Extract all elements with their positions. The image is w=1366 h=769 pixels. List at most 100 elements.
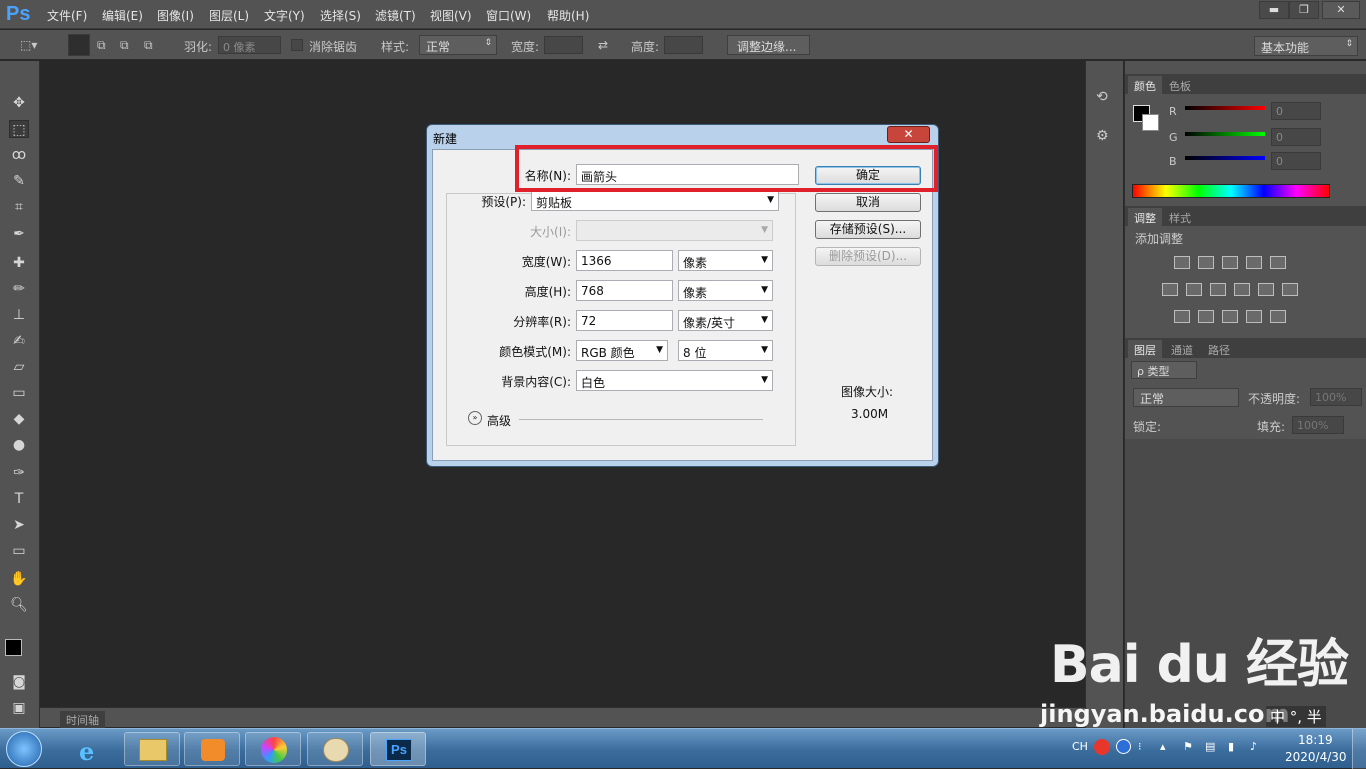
sogou-icon[interactable] [1094, 739, 1110, 755]
antialias-checkbox[interactable] [291, 39, 303, 51]
foreground-color-swatch[interactable] [5, 639, 22, 656]
expand-advanced-icon[interactable]: » [468, 411, 482, 425]
healing-brush-icon[interactable]: ✚ [9, 254, 29, 272]
preset-select[interactable]: 剪贴板 ▼ [531, 190, 779, 211]
color-bg-swatch[interactable] [1142, 114, 1159, 131]
red-slider[interactable] [1185, 106, 1265, 110]
app-pinwheel-icon[interactable] [245, 732, 301, 766]
gradient-map-icon[interactable] [1270, 310, 1286, 323]
menu-file[interactable]: 文件(F) [47, 7, 87, 24]
lasso-tool-icon[interactable]: ꝏ [9, 146, 29, 164]
exposure-icon[interactable] [1246, 256, 1262, 269]
photo-filter-icon[interactable] [1234, 283, 1250, 296]
tab-paths[interactable]: 路径 [1202, 340, 1236, 358]
volume-icon[interactable]: ♪ [1250, 740, 1257, 753]
tab-layers[interactable]: 图层 [1128, 340, 1162, 358]
shape-tool-icon[interactable]: ▭ [9, 542, 29, 560]
action-center-icon[interactable]: ⚑ [1183, 740, 1193, 753]
quick-select-tool-icon[interactable]: ✎ [9, 172, 29, 190]
menu-layer[interactable]: 图层(L) [209, 7, 249, 24]
tray-language[interactable]: CH [1072, 740, 1088, 753]
height-input[interactable]: 768 [576, 280, 673, 301]
menu-window[interactable]: 窗口(W) [486, 7, 531, 24]
layer-kind-filter[interactable]: ρ 类型 [1131, 361, 1197, 379]
path-select-icon[interactable]: ➤ [9, 516, 29, 534]
marquee-tool-icon[interactable]: ⬚▾ [20, 38, 37, 52]
pen-tool-icon[interactable]: ✑ [9, 464, 29, 482]
refine-edge-button[interactable]: 调整边缘... [727, 35, 810, 55]
show-desktop-button[interactable] [1352, 729, 1366, 769]
dialog-close-button[interactable]: ✕ [887, 126, 930, 143]
eraser-tool-icon[interactable]: ▱ [9, 358, 29, 376]
tab-adjustments[interactable]: 调整 [1128, 208, 1162, 226]
start-button[interactable] [6, 731, 42, 767]
curves-icon[interactable] [1222, 256, 1238, 269]
swap-icon[interactable]: ⇄ [598, 38, 608, 52]
color-spectrum[interactable] [1132, 184, 1330, 198]
selective-color-icon[interactable] [1246, 310, 1262, 323]
tab-channels[interactable]: 通道 [1165, 340, 1199, 358]
green-slider[interactable] [1185, 132, 1265, 136]
red-value[interactable]: 0 [1271, 102, 1321, 120]
background-select[interactable]: 白色 ▼ [576, 370, 773, 391]
height-unit-select[interactable]: 像素 ▼ [678, 280, 773, 301]
eyedropper-tool-icon[interactable]: ✒ [9, 225, 29, 243]
cancel-button[interactable]: 取消 [815, 193, 921, 212]
width-input[interactable]: 1366 [576, 250, 673, 271]
media-player-icon[interactable] [184, 732, 240, 766]
blue-slider[interactable] [1185, 156, 1265, 160]
width-input[interactable] [544, 36, 583, 54]
fill-input[interactable]: 100% [1292, 416, 1344, 434]
bit-depth-select[interactable]: 8 位 ▼ [678, 340, 773, 361]
resolution-input[interactable]: 72 [576, 310, 673, 331]
color-mode-select[interactable]: RGB 颜色 ▼ [576, 340, 668, 361]
height-input[interactable] [664, 36, 703, 54]
ime-status-bar[interactable]: 中 °, 半 [1266, 706, 1326, 727]
advanced-label[interactable]: 高级 [487, 412, 511, 429]
opacity-input[interactable]: 100% [1310, 388, 1362, 406]
hue-saturation-icon[interactable] [1162, 283, 1178, 296]
properties-panel-icon[interactable]: ⚙ [1096, 128, 1109, 144]
add-selection-icon[interactable]: ⧉ [97, 38, 106, 53]
menu-edit[interactable]: 编辑(E) [102, 7, 143, 24]
dodge-tool-icon[interactable]: ● [9, 436, 29, 454]
history-panel-icon[interactable]: ⟲ [1096, 89, 1108, 105]
size-select[interactable]: ▼ [576, 220, 773, 241]
vibrance-icon[interactable] [1270, 256, 1286, 269]
stamp-tool-icon[interactable]: ⊥ [9, 306, 29, 324]
save-preset-button[interactable]: 存储预设(S)... [815, 220, 921, 239]
color-balance-icon[interactable] [1186, 283, 1202, 296]
menu-select[interactable]: 选择(S) [320, 7, 361, 24]
tray-expand-icon[interactable]: ▴ [1160, 740, 1166, 753]
subtract-selection-icon[interactable]: ⧉ [120, 38, 129, 53]
network-signal-icon[interactable]: ▮ [1228, 740, 1234, 753]
feather-input[interactable]: 0 像素 [218, 36, 281, 54]
network-device-icon[interactable]: ▤ [1205, 740, 1215, 753]
menu-type[interactable]: 文字(Y) [264, 7, 305, 24]
channel-mixer-icon[interactable] [1258, 283, 1274, 296]
hand-tool-icon[interactable]: ✋ [9, 570, 29, 588]
blue-value[interactable]: 0 [1271, 152, 1321, 170]
invert-icon[interactable] [1174, 310, 1190, 323]
tab-color[interactable]: 颜色 [1128, 76, 1162, 94]
marquee-tool-icon[interactable]: ⬚ [9, 120, 29, 138]
type-tool-icon[interactable]: T [9, 490, 29, 508]
green-value[interactable]: 0 [1271, 128, 1321, 146]
clock-date[interactable]: 2020/4/30 [1285, 750, 1347, 764]
intersect-selection-icon[interactable]: ⧉ [144, 38, 153, 53]
color-lookup-icon[interactable] [1282, 283, 1298, 296]
crop-tool-icon[interactable]: ⌗ [9, 198, 29, 216]
black-white-icon[interactable] [1210, 283, 1226, 296]
photoshop-taskbar-icon[interactable]: Ps [370, 732, 426, 766]
workspace-select[interactable]: 基本功能 ⇕ [1254, 36, 1358, 56]
menu-help[interactable]: 帮助(H) [547, 7, 589, 24]
tab-styles[interactable]: 样式 [1163, 208, 1197, 226]
menu-image[interactable]: 图像(I) [157, 7, 194, 24]
screen-mode-icon[interactable]: ▣ [9, 699, 29, 717]
zoom-tool-icon[interactable]: 🔍︎ [9, 596, 29, 614]
clock-time[interactable]: 18:19 [1298, 733, 1333, 747]
brush-tool-icon[interactable]: ✏ [9, 280, 29, 298]
move-tool-icon[interactable]: ✥ [9, 94, 29, 112]
minimize-button[interactable]: ▬ [1259, 1, 1289, 19]
gradient-tool-icon[interactable]: ▭ [9, 384, 29, 402]
